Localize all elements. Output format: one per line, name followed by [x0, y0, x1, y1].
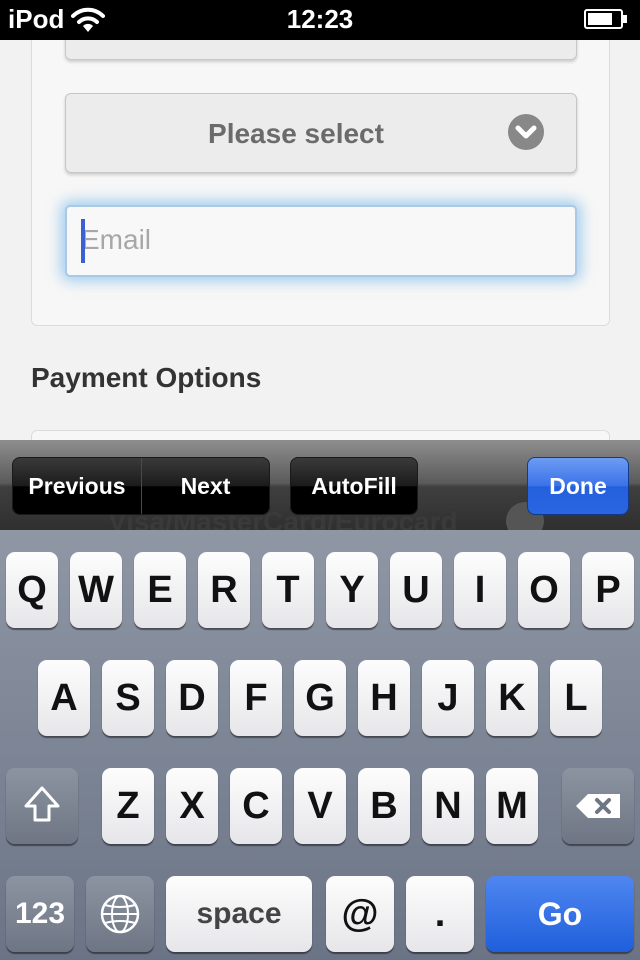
key-h[interactable]: H — [358, 660, 410, 736]
key-m[interactable]: M — [486, 768, 538, 844]
key-r[interactable]: R — [198, 552, 250, 628]
key-e[interactable]: E — [134, 552, 186, 628]
previous-button[interactable]: Previous — [13, 458, 142, 514]
done-button[interactable]: Done — [527, 457, 629, 515]
keyboard: Q W E R T Y U I O P A S D F G H J K L Z … — [0, 530, 640, 960]
key-c[interactable]: C — [230, 768, 282, 844]
next-button[interactable]: Next — [142, 458, 269, 514]
globe-key[interactable] — [86, 876, 154, 952]
chevron-down-icon — [508, 114, 544, 150]
space-key[interactable]: space — [166, 876, 312, 952]
key-g[interactable]: G — [294, 660, 346, 736]
form-card — [31, 40, 610, 326]
previous-next-control: Previous Next — [12, 457, 270, 515]
go-key[interactable]: Go — [486, 876, 634, 952]
country-select[interactable]: Please select — [65, 93, 577, 173]
email-field[interactable] — [65, 205, 577, 277]
backspace-icon — [576, 794, 620, 818]
text-caret — [81, 219, 85, 263]
select-label: Please select — [208, 118, 384, 149]
numbers-key[interactable]: 123 — [6, 876, 74, 952]
payment-card — [31, 430, 610, 440]
key-v[interactable]: V — [294, 768, 346, 844]
backspace-key[interactable] — [562, 768, 634, 844]
key-a[interactable]: A — [38, 660, 90, 736]
key-f[interactable]: F — [230, 660, 282, 736]
key-o[interactable]: O — [518, 552, 570, 628]
key-t[interactable]: T — [262, 552, 314, 628]
form-accessory-toolbar: Visa/MasterCard/Eurocard Previous Next A… — [0, 440, 640, 530]
dot-key[interactable]: . — [406, 876, 474, 952]
key-s[interactable]: S — [102, 660, 154, 736]
key-n[interactable]: N — [422, 768, 474, 844]
key-u[interactable]: U — [390, 552, 442, 628]
battery-icon — [584, 8, 628, 30]
key-y[interactable]: Y — [326, 552, 378, 628]
autofill-button[interactable]: AutoFill — [290, 457, 418, 515]
key-w[interactable]: W — [70, 552, 122, 628]
key-b[interactable]: B — [358, 768, 410, 844]
key-z[interactable]: Z — [102, 768, 154, 844]
key-d[interactable]: D — [166, 660, 218, 736]
key-l[interactable]: L — [550, 660, 602, 736]
at-key[interactable]: @ — [326, 876, 394, 952]
email-input[interactable] — [81, 217, 551, 263]
key-i[interactable]: I — [454, 552, 506, 628]
clock: 12:23 — [286, 4, 354, 34]
payment-options-title: Payment Options — [31, 362, 262, 393]
previous-field[interactable] — [65, 40, 577, 60]
key-x[interactable]: X — [166, 768, 218, 844]
key-p[interactable]: P — [582, 552, 634, 628]
status-bar: iPod 12:23 — [0, 0, 640, 40]
key-j[interactable]: J — [422, 660, 474, 736]
shift-key[interactable] — [6, 768, 78, 844]
page-content[interactable]: Please select Payment Options — [0, 40, 640, 440]
shift-icon — [24, 786, 60, 822]
globe-icon — [100, 894, 140, 934]
key-k[interactable]: K — [486, 660, 538, 736]
key-q[interactable]: Q — [6, 552, 58, 628]
